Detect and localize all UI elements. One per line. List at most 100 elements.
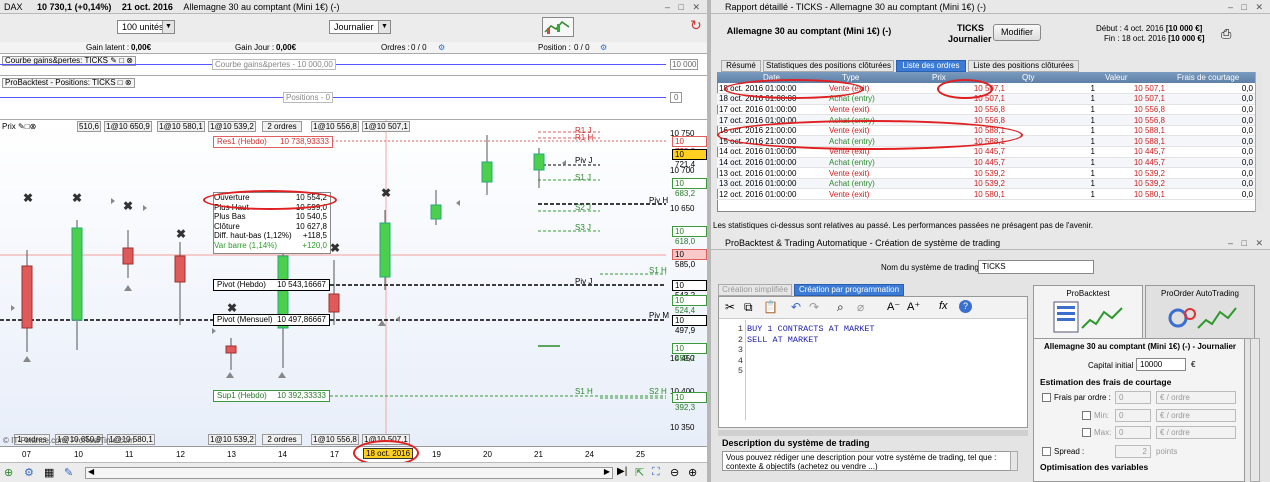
order-cell: 17 oct. 2016 01:00:00 — [717, 104, 827, 116]
units-select[interactable]: 100 unités ▼ — [117, 20, 175, 34]
settings-icon[interactable]: ⚙ — [24, 466, 34, 479]
tab-orders[interactable]: Liste des ordres — [896, 60, 966, 72]
order-tag[interactable]: 1@10 580,1 — [157, 121, 205, 132]
frais-unit-select[interactable]: € / ordre — [1156, 391, 1236, 404]
grid-icon[interactable]: ▦ — [44, 466, 54, 479]
replace-icon[interactable]: ⌀ — [857, 300, 864, 314]
frais-par-ordre[interactable]: Frais par ordre : — [1042, 393, 1111, 403]
order-tag[interactable]: 1@10 556,8 — [311, 121, 359, 132]
copy-icon[interactable]: ⧉ — [744, 300, 753, 315]
tab-resume[interactable]: Résumé — [721, 60, 761, 72]
search-icon[interactable]: ⌕ — [837, 300, 844, 315]
scroll-right-icon[interactable]: ▶ — [604, 467, 610, 476]
gear-icon[interactable]: ⚙ — [438, 42, 445, 53]
cut-icon[interactable]: ✂ — [725, 300, 735, 314]
undo-icon[interactable]: ↶ — [791, 300, 801, 314]
order-tag[interactable]: 1@10 539,2 — [208, 434, 256, 445]
tab-probacktest[interactable]: ProBacktest — [1033, 285, 1143, 339]
modifier-button[interactable]: Modifier — [993, 24, 1041, 41]
fit-icon[interactable]: ⛶ — [652, 466, 660, 479]
frais-checkbox[interactable] — [1042, 393, 1051, 403]
order-tag[interactable]: 2 ordres — [262, 121, 302, 132]
price-box: 10 459,2 — [672, 343, 707, 363]
order-cell: 1 — [1007, 167, 1097, 179]
order-tag[interactable]: 1@10 650,9 — [104, 121, 152, 132]
chart-title-price: 10 730,1 (+0,14%) — [37, 2, 112, 12]
order-tag[interactable]: 510,6 — [77, 121, 101, 132]
splitter-handle[interactable] — [718, 430, 1028, 436]
chart-bottom-toolbar: ⊕ ⚙ ▦ ✎ ◀ ▶ ▶| ⇱ ⛶ ⊖ ⊕ — [0, 462, 707, 482]
settings-scrollbar[interactable] — [1250, 338, 1260, 482]
spread-input[interactable]: 2 — [1115, 445, 1151, 458]
window-icon[interactable]: □ — [118, 78, 123, 87]
price-chart[interactable]: ✖ ✖ ✖ ✖ ✖ ✖ ✖ Prix ✎□⊗ 510,6 1@10 650,9 1@10 … — [0, 119, 707, 447]
font-smaller-icon[interactable]: A⁻ — [887, 300, 900, 313]
tab-proorder[interactable]: ProOrder AutoTrading — [1145, 285, 1255, 339]
order-row[interactable]: 12 oct. 2016 01:00:00 Vente (exit) 10 580,… — [717, 188, 1255, 201]
col-value[interactable]: Valeur — [1105, 72, 1128, 83]
scroll-left-icon[interactable]: ◀ — [88, 467, 94, 476]
autoscale-icon[interactable]: ⇱ — [635, 466, 644, 479]
code-editor[interactable]: 12345 BUY 1 CONTRACTS AT MARKET SELL AT M… — [719, 320, 1027, 420]
indicator-icon[interactable]: ⊕ — [4, 466, 13, 479]
max-row[interactable]: Max: — [1082, 428, 1111, 438]
spread-row[interactable]: Spread : — [1042, 447, 1084, 457]
paste-icon[interactable]: 📋 — [763, 300, 778, 314]
scroll-end-icon[interactable]: ▶| — [617, 466, 627, 477]
tab-closed-positions[interactable]: Liste des positions clôturées — [968, 60, 1079, 72]
tab-programmation[interactable]: Création par programmation — [794, 284, 904, 296]
order-cell: Vente (exit) — [827, 167, 917, 179]
tab-stats[interactable]: Statistiques des positions clôturées — [763, 60, 894, 72]
wrench-icon[interactable]: ✎ — [18, 122, 25, 131]
zoom-in-icon[interactable]: ⊕ — [688, 466, 697, 479]
order-cell: 1 — [1007, 93, 1097, 105]
zoom-out-icon[interactable]: ⊖ — [670, 466, 679, 479]
window-controls[interactable]: – □ ✕ — [1228, 236, 1266, 249]
max-input[interactable]: 0 — [1115, 426, 1151, 439]
description-textarea[interactable]: Vous pouvez rédiger une description pour… — [722, 451, 1016, 471]
min-input[interactable]: 0 — [1115, 409, 1151, 422]
horizontal-scrollbar[interactable]: ◀ ▶ — [85, 467, 613, 479]
close-icon[interactable]: ⊗ — [125, 78, 132, 87]
table-scrollbar[interactable] — [1255, 72, 1263, 212]
print-icon[interactable]: ⎙ — [1221, 26, 1231, 42]
spread-checkbox[interactable] — [1042, 447, 1051, 457]
max-unit-select[interactable]: € / ordre — [1156, 426, 1236, 439]
sup1-box: Sup1 (Hebdo) 10 392,33333 — [213, 390, 330, 402]
font-larger-icon[interactable]: A⁺ — [907, 300, 920, 313]
line-tag: S2 H — [649, 387, 667, 396]
order-row[interactable]: 14 oct. 2016 01:00:00 Achat (entry) 10 445… — [717, 157, 1255, 169]
close-icon[interactable]: ⊗ — [30, 122, 37, 131]
tooltip-row: Var barre (1,14%) +120,0 — [214, 240, 327, 250]
col-qty[interactable]: Qty — [1022, 72, 1034, 83]
help-icon[interactable]: ? — [959, 300, 972, 313]
window-controls[interactable]: – □ ✕ — [1228, 0, 1266, 13]
order-row[interactable]: 13 oct. 2016 01:00:00 Achat (entry) 10 539… — [717, 178, 1255, 190]
min-row[interactable]: Min: — [1082, 411, 1109, 421]
order-row[interactable]: 13 oct. 2016 01:00:00 Vente (exit) 10 539,… — [717, 167, 1255, 179]
function-icon[interactable]: fx — [939, 300, 948, 312]
max-checkbox[interactable] — [1082, 428, 1091, 438]
line-tag: Piv J — [575, 156, 593, 165]
frais-value-input[interactable]: 0 — [1115, 391, 1151, 404]
min-unit-select[interactable]: € / ordre — [1156, 409, 1236, 422]
window-controls[interactable]: – □ ✕ — [665, 0, 703, 13]
order-tag[interactable]: 1@10 507,1 — [362, 121, 410, 132]
col-fees[interactable]: Frais de courtage — [1177, 72, 1239, 83]
order-tag[interactable]: 1@10 539,2 — [208, 121, 256, 132]
min-checkbox[interactable] — [1082, 411, 1091, 421]
refresh-icon[interactable]: ↻ — [690, 17, 704, 35]
order-tag[interactable]: 1@10 556,8 — [311, 434, 359, 445]
tab-simple[interactable]: Création simplifiée — [718, 284, 792, 296]
capital-input[interactable]: 10000 — [1136, 358, 1186, 371]
order-tag[interactable]: 2 ordres — [262, 434, 302, 445]
system-name-input[interactable]: TICKS — [978, 260, 1094, 274]
description-scrollbar[interactable] — [1010, 451, 1018, 471]
period-select[interactable]: Journalier ▼ — [329, 20, 391, 34]
gear-icon[interactable]: ⚙ — [600, 42, 607, 53]
chart-type-icon[interactable] — [542, 17, 574, 37]
order-cell: 0,0 — [1167, 93, 1255, 105]
draw-icon[interactable]: ✎ — [64, 466, 73, 479]
redo-icon[interactable]: ↷ — [809, 300, 819, 314]
order-row[interactable]: 17 oct. 2016 01:00:00 Vente (exit) 10 556,… — [717, 104, 1255, 116]
